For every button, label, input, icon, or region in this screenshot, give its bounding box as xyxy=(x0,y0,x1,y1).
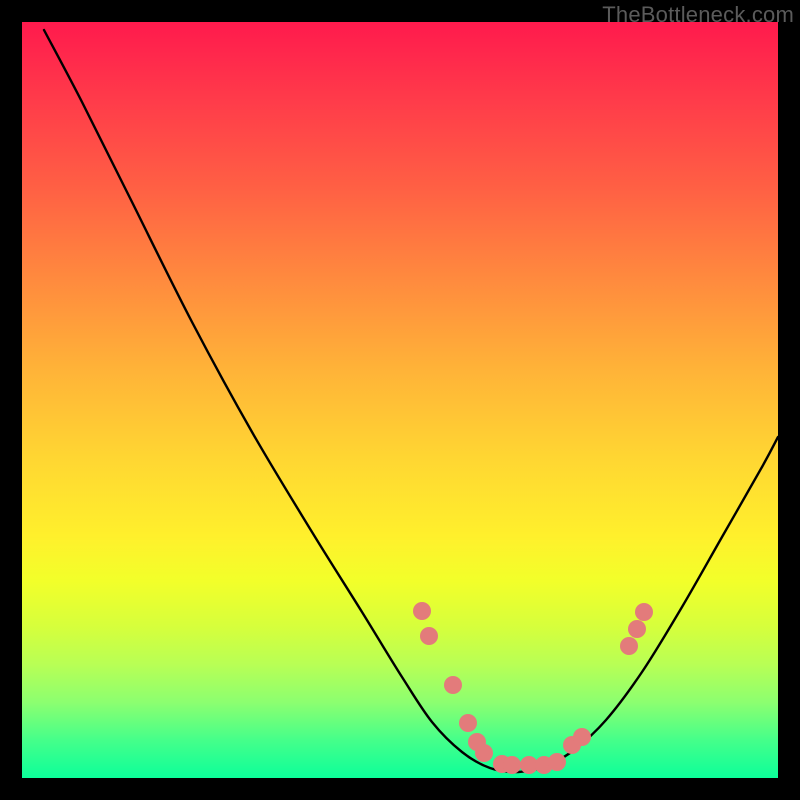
marker-point xyxy=(628,620,646,638)
marker-point xyxy=(635,603,653,621)
marker-point xyxy=(459,714,477,732)
marker-point xyxy=(620,637,638,655)
watermark-text: TheBottleneck.com xyxy=(602,2,794,28)
marker-point xyxy=(413,602,431,620)
marker-point xyxy=(503,756,521,774)
marker-point xyxy=(475,744,493,762)
bottleneck-curve xyxy=(44,30,778,772)
marker-point xyxy=(420,627,438,645)
marker-point xyxy=(548,753,566,771)
chart-plot-area xyxy=(22,22,778,778)
highlight-markers xyxy=(413,602,653,774)
marker-point xyxy=(573,728,591,746)
chart-svg xyxy=(22,22,778,778)
marker-point xyxy=(444,676,462,694)
